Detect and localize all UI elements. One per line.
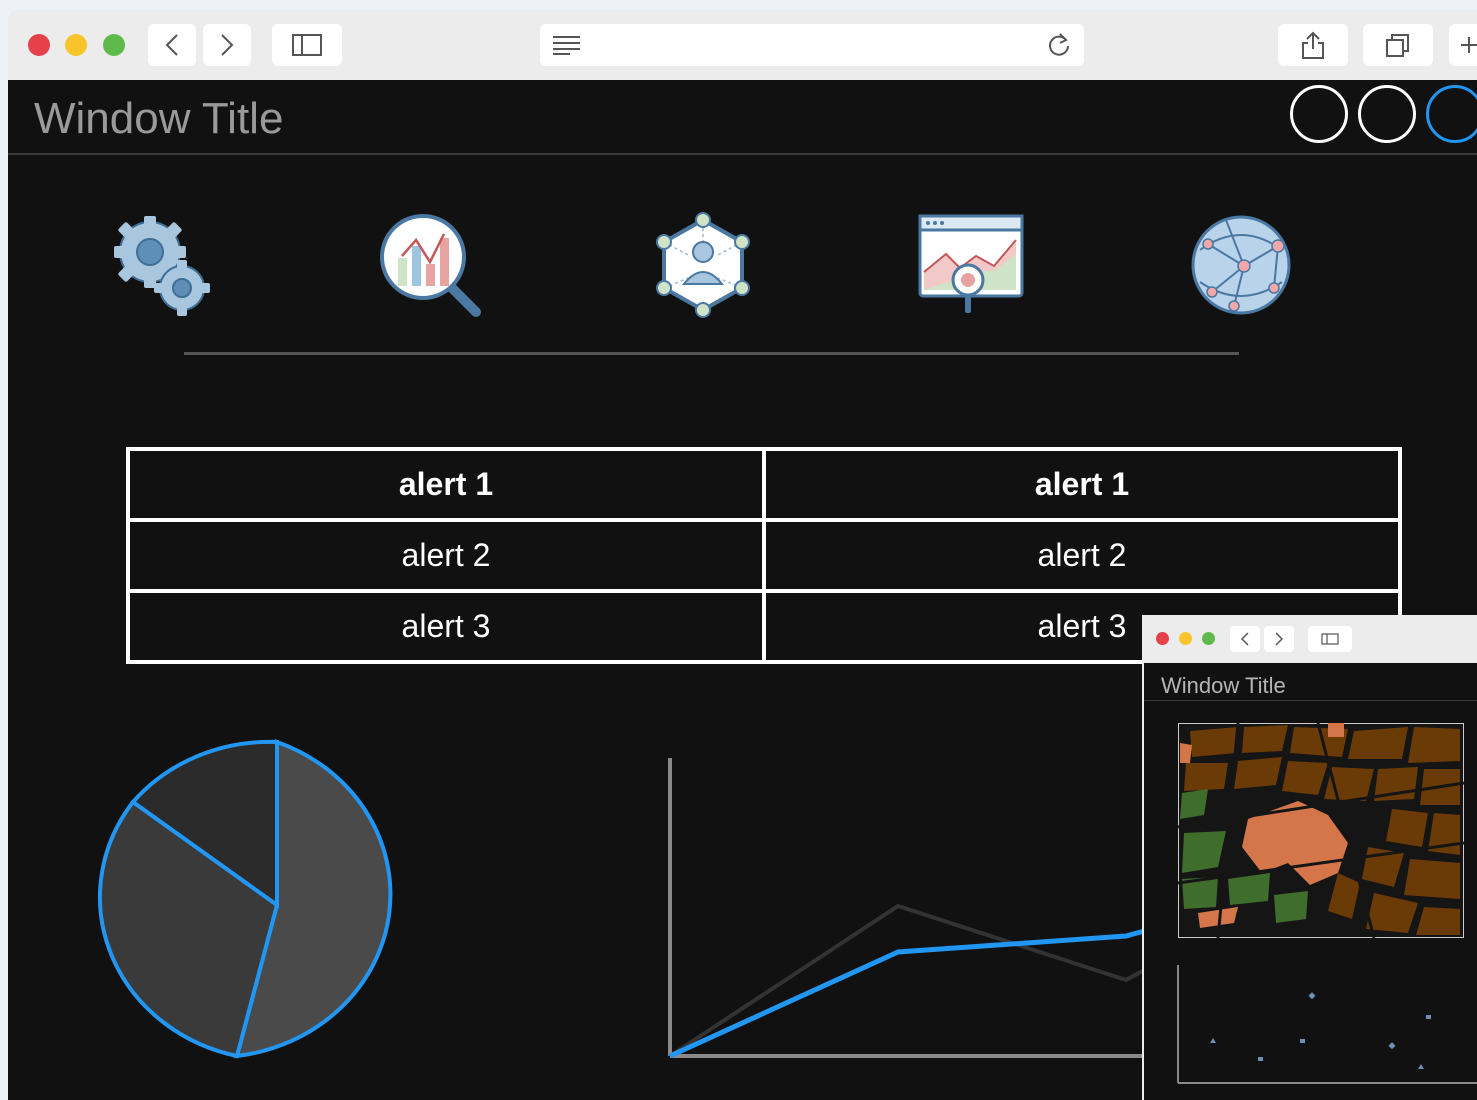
scatter-point	[1258, 1057, 1263, 1061]
scatter-point	[1418, 1064, 1424, 1069]
table-row: alert 2 alert 2	[126, 518, 1402, 593]
table-cell: alert 3	[126, 589, 766, 664]
forward-button[interactable]	[203, 24, 251, 66]
share-icon	[1302, 31, 1324, 59]
scatter-point	[1308, 992, 1316, 1000]
scatter-point	[1426, 1015, 1431, 1019]
line-chart	[668, 758, 1148, 1059]
back-button[interactable]	[1230, 626, 1260, 652]
address-bar[interactable]	[540, 24, 1084, 66]
circle-button-1[interactable]	[1290, 85, 1348, 143]
maximize-window-button[interactable]	[1202, 632, 1215, 645]
sidebar-toggle-button[interactable]	[1308, 626, 1352, 652]
close-window-button[interactable]	[1156, 632, 1169, 645]
browser-window: Window Title alert 1 alert 1 alert 2 ale…	[8, 10, 1477, 1100]
reload-icon[interactable]	[1046, 32, 1072, 58]
scatter-point	[1210, 1038, 1216, 1043]
scatter-point	[1388, 1042, 1396, 1050]
table-cell: alert 1	[126, 447, 766, 522]
minimize-window-button[interactable]	[65, 34, 87, 56]
tabs-overview-button[interactable]	[1363, 24, 1433, 66]
share-button[interactable]	[1278, 24, 1348, 66]
chevron-right-icon	[1275, 632, 1283, 646]
chevron-left-icon	[1241, 632, 1249, 646]
chevron-right-icon	[221, 34, 234, 56]
circle-button-3[interactable]	[1426, 85, 1477, 143]
sidebar-toggle-button[interactable]	[272, 24, 342, 66]
series-line-blue	[668, 927, 1148, 1059]
window-title: Window Title	[34, 94, 284, 143]
mini-scatter-chart	[1177, 965, 1477, 1084]
table-cell: alert 2	[126, 518, 766, 593]
sidebar-icon	[1321, 633, 1339, 645]
sidebar-icon	[292, 34, 322, 56]
browser-toolbar	[8, 10, 1477, 80]
icon-row-divider	[184, 352, 1239, 355]
forward-button[interactable]	[1264, 626, 1294, 652]
series-line-gray	[668, 903, 1148, 1058]
table-cell: alert 1	[762, 447, 1402, 522]
gear-icon[interactable]	[106, 210, 216, 320]
new-tab-button[interactable]	[1449, 24, 1477, 66]
scatter-point	[1300, 1039, 1305, 1043]
mini-browser-window: Window Title	[1142, 615, 1477, 1100]
plus-icon	[1461, 37, 1477, 53]
network-user-icon[interactable]	[648, 210, 758, 320]
analytics-search-icon[interactable]	[376, 210, 486, 320]
pie-chart	[97, 739, 393, 1059]
mini-window-title: Window Title	[1161, 673, 1286, 698]
table-row: alert 1 alert 1	[126, 447, 1402, 522]
mini-title-divider	[1144, 700, 1477, 701]
chevron-left-icon	[165, 34, 178, 56]
city-map[interactable]	[1178, 723, 1464, 938]
title-divider	[8, 153, 1477, 155]
app-page: Window Title alert 1 alert 1 alert 2 ale…	[8, 80, 1477, 1100]
back-button[interactable]	[148, 24, 196, 66]
globe-network-icon[interactable]	[1186, 210, 1296, 320]
close-window-button[interactable]	[28, 34, 50, 56]
circle-button-2[interactable]	[1358, 85, 1416, 143]
tabs-icon	[1386, 34, 1409, 57]
reader-mode-icon[interactable]	[552, 34, 582, 56]
table-cell: alert 2	[762, 518, 1402, 593]
maximize-window-button[interactable]	[103, 34, 125, 56]
minimize-window-button[interactable]	[1179, 632, 1192, 645]
mini-app-page: Window Title	[1144, 663, 1477, 1100]
dashboard-analytics-icon[interactable]	[916, 210, 1026, 320]
mini-browser-toolbar	[1142, 615, 1477, 663]
